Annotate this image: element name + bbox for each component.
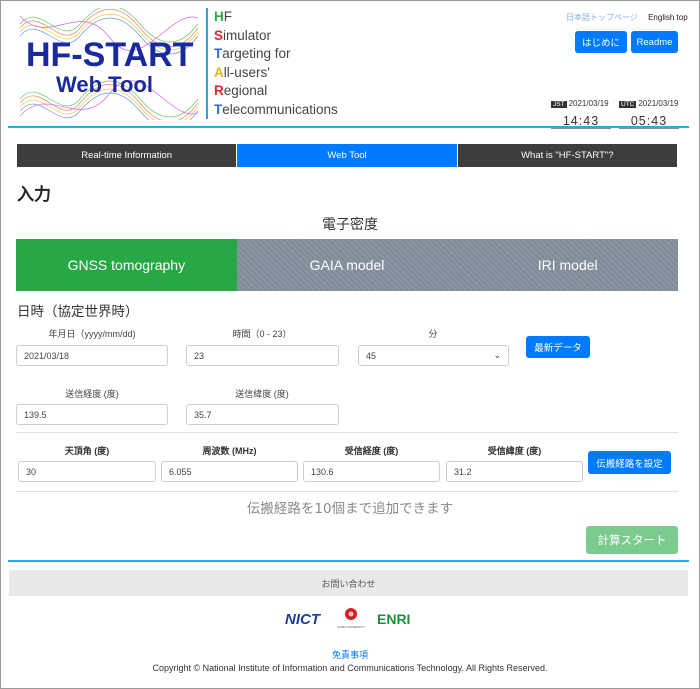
zenith-label: 天頂角 (度): [64, 446, 110, 456]
readme-button[interactable]: Readme: [631, 31, 678, 53]
acronym-line-2: Simulator: [214, 27, 272, 43]
hour-label: 時間（0 - 23）: [232, 329, 292, 339]
minute-select[interactable]: 45 ⌄: [358, 345, 509, 366]
freq-input[interactable]: 6.055: [161, 461, 298, 482]
page-title: 入力: [17, 185, 51, 205]
nav-web-tool[interactable]: Web Tool: [237, 144, 458, 167]
acronym-line-6: Telecommunications: [214, 101, 338, 117]
model-tabs: GNSS tomography GAIA model IRI model: [16, 239, 679, 291]
chiba-university-caption: CHIBA UNIVERSITY: [337, 625, 365, 629]
utc-label: UTC: [619, 101, 637, 108]
tab-gnss-tomography[interactable]: GNSS tomography: [16, 239, 237, 291]
top-links: 日本語トップページ English top: [566, 12, 688, 23]
logo-subtitle: Web Tool: [56, 72, 153, 97]
divider: [16, 491, 678, 492]
hf-start-logo[interactable]: HF-START Web Tool: [20, 8, 198, 120]
date-label: 年月日（yyyy/mm/dd): [48, 329, 136, 339]
logo-title: HF-START: [26, 36, 194, 74]
minute-label: 分: [428, 329, 438, 339]
enri-logo: ENRI: [377, 611, 410, 627]
divider: [16, 432, 678, 433]
rx-lat-label: 受信緯度 (度): [487, 446, 542, 456]
jst-label: JST: [551, 101, 567, 108]
disclaimer-link[interactable]: 免責事項: [0, 648, 700, 661]
acronym-line-5: Regional: [214, 83, 268, 98]
header-divider: [8, 126, 689, 128]
start-calculation-button[interactable]: 計算スタート: [586, 526, 678, 554]
jst-clock: JST 2021/03/19 14:43: [551, 93, 611, 129]
jst-date: 2021/03/19: [568, 99, 609, 108]
utc-date: 2021/03/19: [638, 99, 679, 108]
english-top-link[interactable]: English top: [648, 13, 688, 22]
date-input[interactable]: 2021/03/18: [16, 345, 168, 366]
contact-link[interactable]: お問い合わせ: [321, 577, 375, 590]
rx-lon-input[interactable]: 130.6: [303, 461, 440, 482]
acronym-line-4: All-users': [214, 64, 270, 80]
tx-lat-label: 送信緯度 (度): [235, 389, 289, 399]
chevron-down-icon: ⌄: [493, 350, 501, 360]
copyright-text: Copyright © National Institute of Inform…: [152, 663, 548, 673]
tab-gaia-model[interactable]: GAIA model: [236, 239, 458, 291]
set-path-button[interactable]: 伝搬経路を設定: [588, 451, 671, 474]
nict-logo: NICT: [285, 611, 322, 628]
freq-label: 周波数 (MHz): [202, 446, 257, 456]
acronym-block: HF Simulator Targeting for All-users' Re…: [206, 8, 338, 119]
partner-logos: NICT CHIBA UNIVERSITY ENRI: [280, 602, 420, 632]
minute-select-value: 45: [366, 350, 377, 361]
datetime-title: 日時（協定世界時）: [17, 304, 139, 320]
path-limit-note: 伝搬経路を10個まで追加できます: [246, 501, 454, 517]
start-guide-button[interactable]: はじめに: [575, 31, 627, 53]
tx-lon-label: 送信経度 (度): [65, 389, 119, 399]
tx-lon-input[interactable]: 139.5: [16, 404, 168, 425]
section-title: 電子密度: [322, 217, 378, 233]
acronym-line-1: HF: [214, 9, 232, 24]
japanese-top-link[interactable]: 日本語トップページ: [566, 13, 638, 22]
utc-clock: UTC 2021/03/19 05:43: [619, 93, 679, 129]
partner-logos-graphic: NICT CHIBA UNIVERSITY ENRI: [285, 608, 410, 629]
main-nav: Real-time Information Web Tool What is "…: [17, 144, 677, 167]
hour-input[interactable]: 23: [186, 345, 339, 366]
latest-data-button[interactable]: 最新データ: [526, 336, 590, 358]
tx-lat-input[interactable]: 35.7: [186, 404, 339, 425]
rx-lat-input[interactable]: 31.2: [446, 461, 583, 482]
zenith-input[interactable]: 30: [18, 461, 156, 482]
footer-divider: [8, 560, 689, 562]
acronym-line-3: Targeting for: [214, 46, 291, 61]
tab-iri-model[interactable]: IRI model: [457, 239, 679, 291]
nav-what-is-hf-start[interactable]: What is "HF-START"?: [457, 144, 677, 167]
rx-lon-label: 受信経度 (度): [344, 446, 399, 456]
nav-realtime-info[interactable]: Real-time Information: [17, 144, 238, 167]
contact-bar[interactable]: お問い合わせ: [9, 570, 688, 596]
